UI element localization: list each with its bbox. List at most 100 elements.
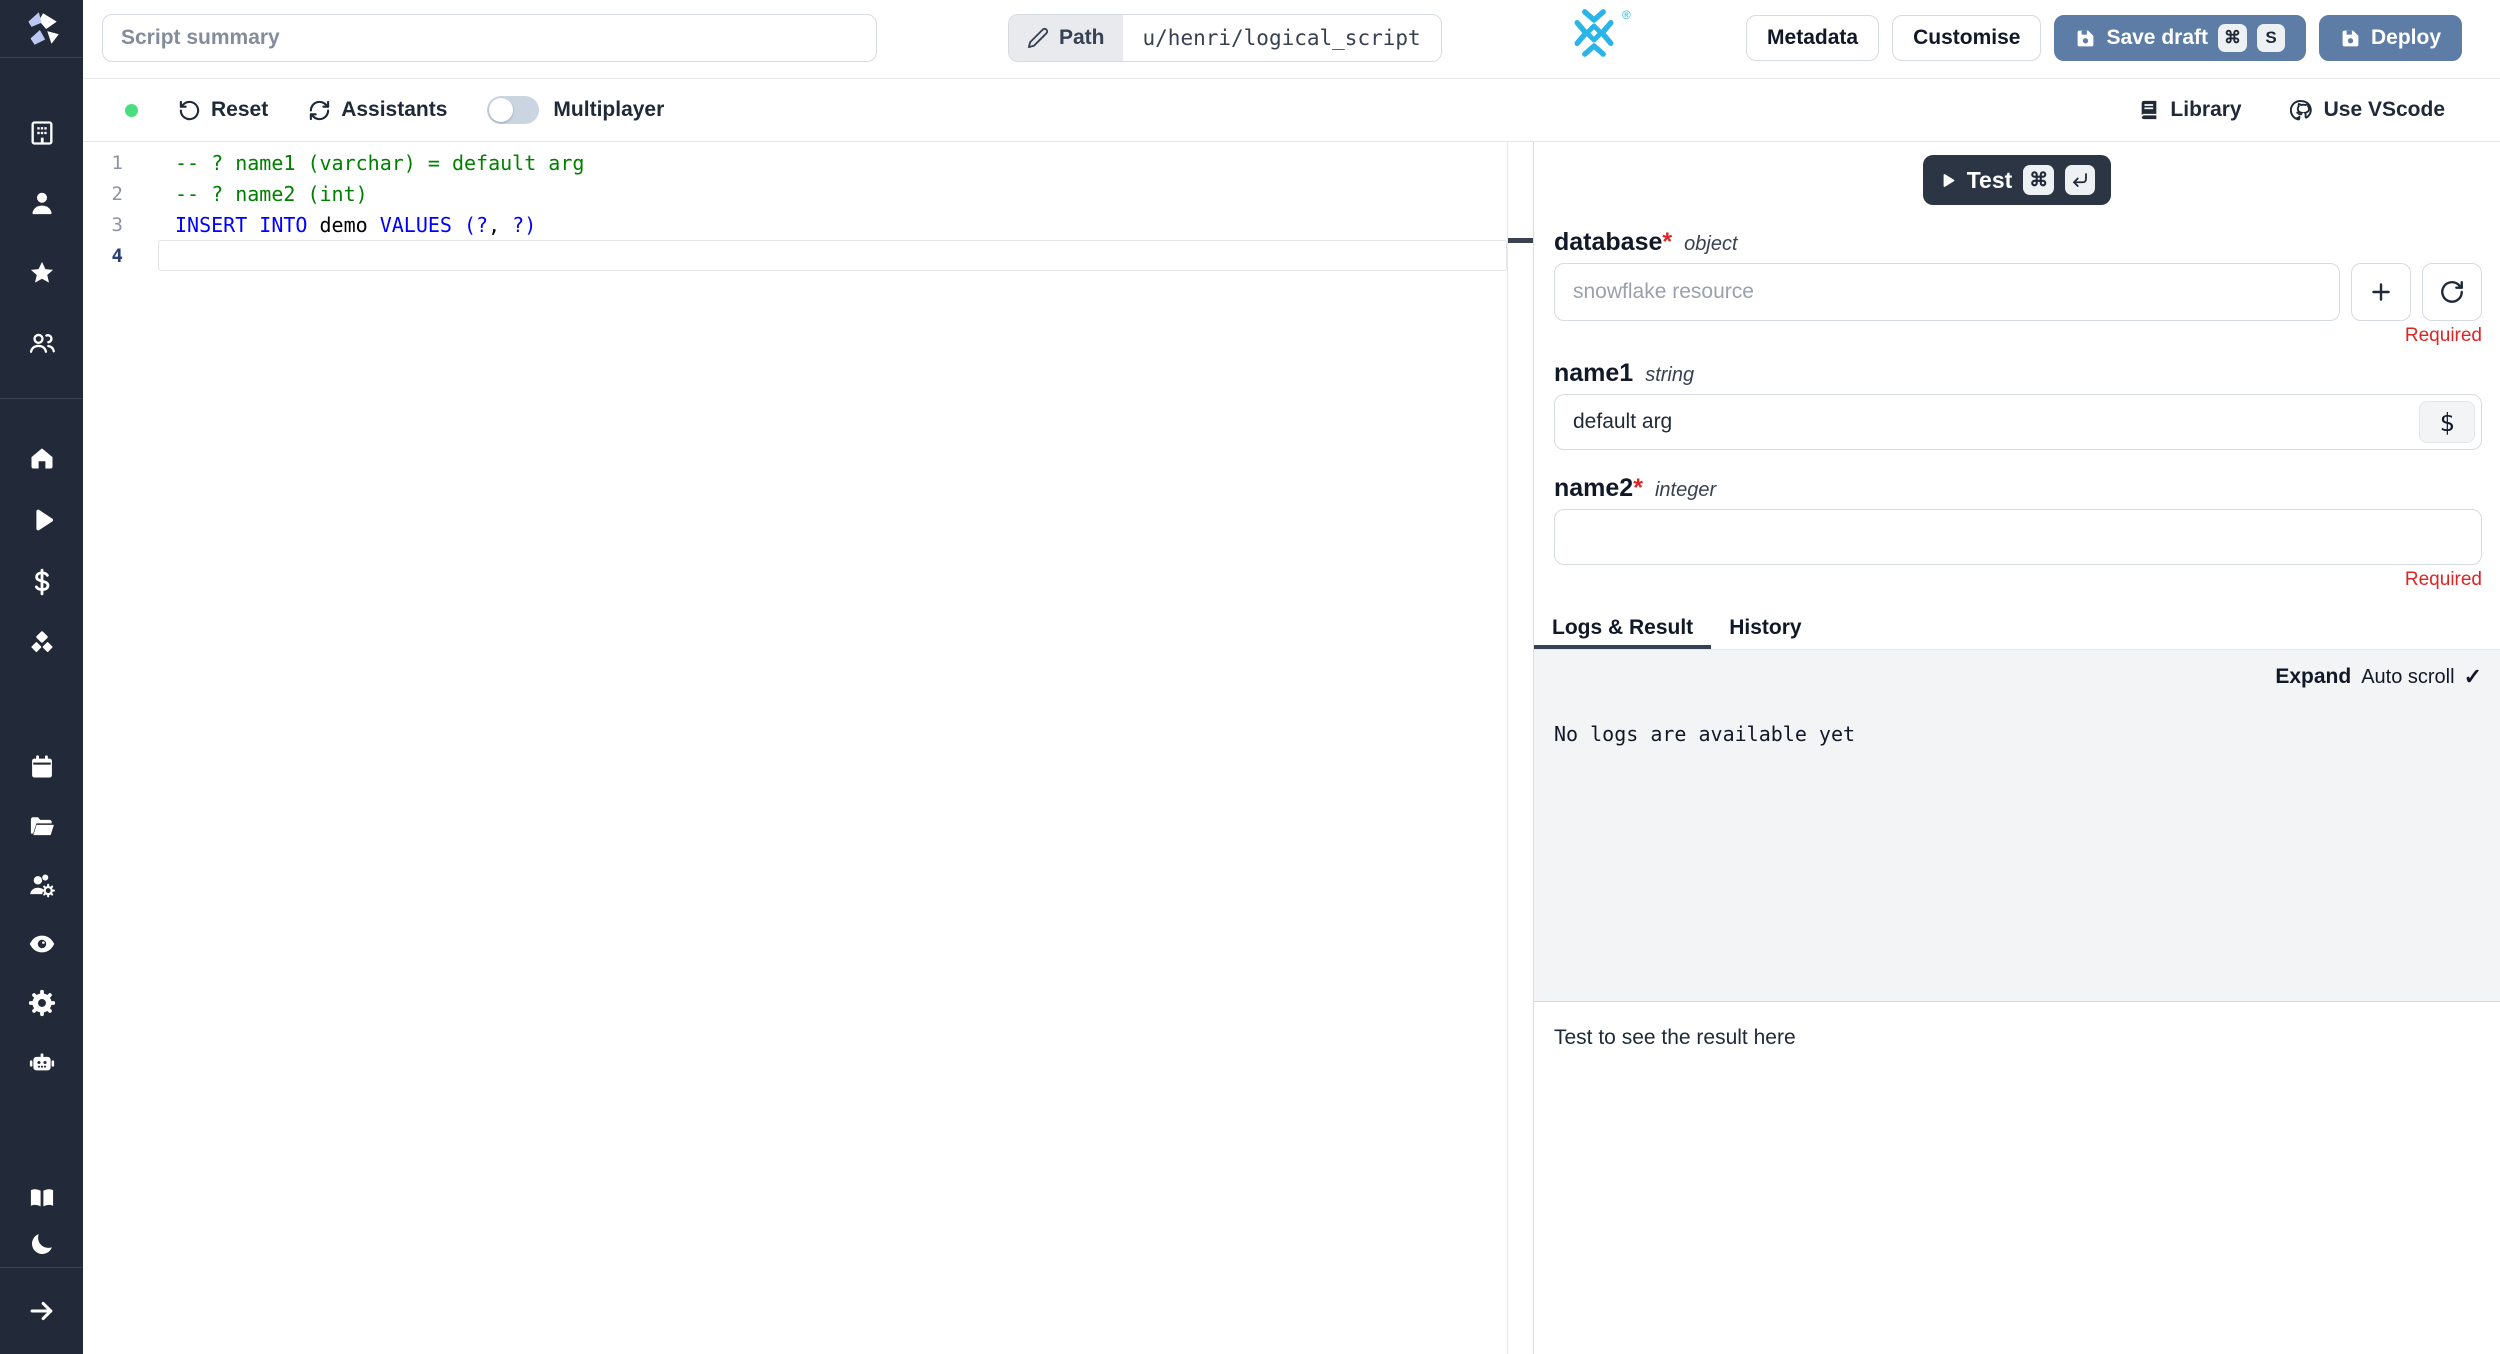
windmill-logo-icon <box>27 11 59 45</box>
enter-key-icon <box>2073 173 2088 187</box>
tab-history[interactable]: History <box>1711 611 1819 649</box>
test-button[interactable]: Test ⌘ <box>1922 155 2112 205</box>
reset-button[interactable]: Reset <box>178 98 268 122</box>
result-placeholder: Test to see the result here <box>1554 1026 1796 1049</box>
assistants-button[interactable]: Assistants <box>308 98 447 122</box>
name1-input[interactable] <box>1554 394 2482 450</box>
play-icon <box>1943 173 1955 187</box>
logs-area: Expand Auto scroll ✓ No logs are availab… <box>1534 650 2500 1002</box>
name2-input[interactable] <box>1554 509 2482 565</box>
code-token: -- ? name2 (int) <box>175 182 368 206</box>
editor-surface: 1234 -- ? name1 (varchar) = default arg -… <box>83 142 1533 1354</box>
sidebar-item-runs[interactable] <box>0 489 83 551</box>
code-line[interactable]: -- ? name2 (int) <box>175 179 1503 210</box>
book-open-icon <box>30 1189 53 1207</box>
windmill-logo[interactable] <box>0 0 83 58</box>
play-icon <box>35 509 53 531</box>
sidebar-collapse-toggle[interactable] <box>0 1268 83 1354</box>
kbd-meta: ⌘ <box>2023 165 2055 195</box>
name2-field-label-row: name2 * integer <box>1554 474 2482 503</box>
sidebar-item-dark-mode[interactable] <box>0 1221 83 1267</box>
sidebar-item-resources[interactable] <box>0 613 83 675</box>
autoscroll-toggle[interactable]: Auto scroll ✓ <box>2361 664 2482 690</box>
metadata-button[interactable]: Metadata <box>1746 15 1880 61</box>
connection-status-dot <box>125 103 138 117</box>
line-number: 3 <box>111 214 123 236</box>
test-label: Test <box>1966 166 2013 193</box>
plus-icon <box>2372 283 2390 301</box>
content-row: 1234 -- ? name1 (varchar) = default arg -… <box>83 142 2500 1354</box>
main-column: Path u/henri/logical_script ® Metadata C… <box>83 0 2500 1354</box>
code-editor[interactable]: 1234 -- ? name1 (varchar) = default arg -… <box>83 142 1533 1354</box>
save-draft-button[interactable]: Save draft ⌘ S <box>2054 15 2306 61</box>
library-label: Library <box>2170 98 2242 121</box>
sidebar-item-audit-logs[interactable] <box>0 914 83 973</box>
sidebar <box>0 0 83 1354</box>
line-number: 4 <box>111 245 123 267</box>
logs-empty-message: No logs are available yet <box>1554 722 1856 746</box>
sidebar-item-user[interactable] <box>0 168 83 238</box>
tab-logs-result[interactable]: Logs & Result <box>1534 611 1712 649</box>
sidebar-item-groups[interactable] <box>0 855 83 914</box>
library-button[interactable]: Library <box>2138 98 2242 122</box>
github-icon <box>2289 100 2312 121</box>
code-line[interactable] <box>175 241 1503 272</box>
database-input-row <box>1554 263 2482 321</box>
dollar-sign-icon <box>34 568 49 596</box>
code-token: ?) <box>500 213 537 237</box>
code-line[interactable]: INSERT INTO demo VALUES (?, ?) <box>175 210 1503 241</box>
sidebar-divider <box>0 398 83 399</box>
deploy-label: Deploy <box>2370 26 2441 49</box>
user-icon <box>31 192 52 215</box>
sidebar-group-secondary <box>0 737 83 1091</box>
checkmark-icon: ✓ <box>2463 664 2482 689</box>
sidebar-item-workers[interactable] <box>0 1032 83 1091</box>
save-icon <box>2078 30 2094 46</box>
edit-path-button[interactable]: Path <box>1009 15 1123 61</box>
refresh-resources-button[interactable] <box>2422 263 2482 321</box>
sidebar-group-main <box>0 427 83 675</box>
code-token: INSERT INTO <box>175 213 308 237</box>
metadata-label: Metadata <box>1767 26 1859 49</box>
deploy-button[interactable]: Deploy <box>2318 15 2462 61</box>
code-token: VALUES <box>379 213 452 237</box>
sidebar-item-home[interactable] <box>0 427 83 489</box>
toggle-knob <box>489 98 514 122</box>
name1-field-label-row: name1 string <box>1554 359 2482 388</box>
variable-picker-button[interactable]: $ <box>2419 401 2475 443</box>
code-line[interactable]: -- ? name1 (varchar) = default arg <box>175 148 1503 179</box>
eye-icon <box>29 935 54 952</box>
sidebar-item-settings[interactable] <box>0 973 83 1032</box>
pencil-icon <box>1027 27 1049 49</box>
sidebar-item-community[interactable] <box>0 308 83 378</box>
script-summary-input[interactable] <box>102 14 877 62</box>
sidebar-item-docs[interactable] <box>0 1175 83 1221</box>
editor-overview-ruler[interactable] <box>1507 142 1533 1354</box>
code-lines[interactable]: -- ? name1 (varchar) = default arg -- ? n… <box>175 148 1503 272</box>
multiplayer-label: Multiplayer <box>553 98 665 121</box>
database-field-type: object <box>1684 233 1738 255</box>
database-field-label-row: database * object <box>1554 228 2482 257</box>
sidebar-item-variables[interactable] <box>0 551 83 613</box>
sidebar-group-top <box>0 98 83 378</box>
sidebar-item-folders[interactable] <box>0 796 83 855</box>
customise-button[interactable]: Customise <box>1892 15 2042 61</box>
expand-logs-button[interactable]: Expand <box>2275 665 2351 689</box>
code-token: (? <box>464 213 489 237</box>
code-token: demo <box>307 213 380 237</box>
sidebar-item-schedules[interactable] <box>0 737 83 796</box>
kbd-meta: ⌘ <box>2217 24 2247 52</box>
database-resource-input[interactable] <box>1554 263 2340 321</box>
multiplayer-toggle[interactable] <box>487 96 540 124</box>
use-vscode-button[interactable]: Use VScode <box>2289 98 2445 122</box>
sidebar-item-workspace[interactable] <box>0 98 83 168</box>
sidebar-item-favorites[interactable] <box>0 238 83 308</box>
result-area: Test to see the result here <box>1534 1002 2500 1354</box>
database-required-message: Required <box>2404 325 2482 346</box>
add-resource-button[interactable] <box>2351 263 2411 321</box>
gear-icon <box>28 989 55 1016</box>
line-number: 1 <box>111 152 123 174</box>
path-value[interactable]: u/henri/logical_script <box>1122 15 1441 61</box>
line-number: 2 <box>111 183 123 205</box>
